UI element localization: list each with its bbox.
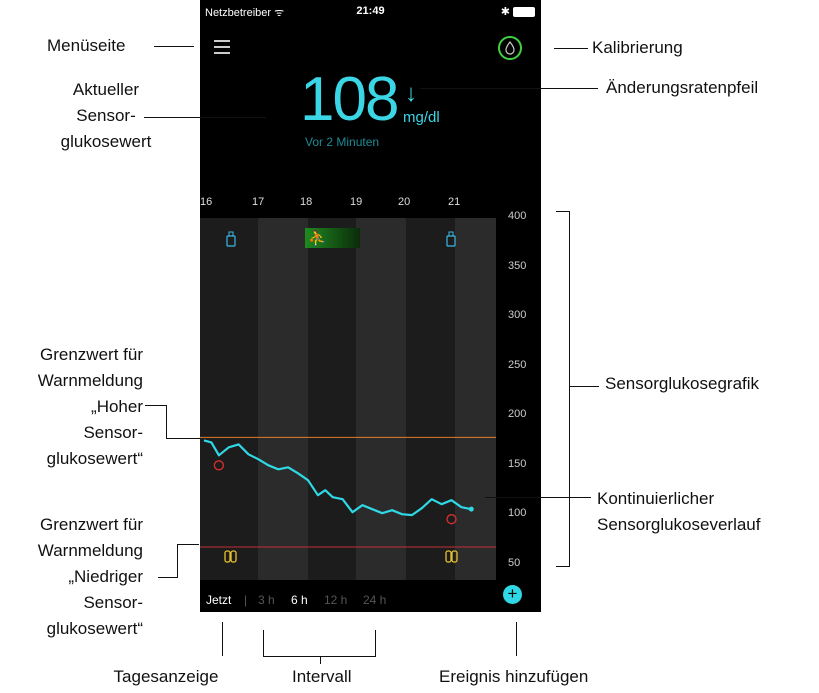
battery-icon bbox=[513, 7, 535, 18]
leader-line bbox=[263, 630, 264, 657]
leader-line bbox=[177, 544, 199, 545]
callout-low-alert: Grenzwert für Warnmeldung „Niedriger Sen… bbox=[37, 515, 143, 638]
leader-line bbox=[145, 405, 167, 406]
meal-icon bbox=[445, 550, 458, 563]
leader-line bbox=[166, 438, 200, 439]
callout-interval: Intervall bbox=[292, 667, 352, 686]
leader-line bbox=[569, 211, 570, 567]
glucose-graph[interactable]: ⛹ bbox=[200, 218, 496, 580]
today-button[interactable]: Jetzt bbox=[206, 593, 231, 607]
calibration-marker bbox=[213, 460, 225, 471]
callout-calibration: Kalibrierung bbox=[592, 38, 683, 57]
glucose-trace bbox=[203, 439, 472, 517]
y-tick-label: 250 bbox=[508, 359, 527, 371]
leader-line bbox=[556, 211, 570, 212]
insulin-icon bbox=[226, 231, 236, 247]
calibration-marker bbox=[446, 514, 457, 525]
callout-sensor-value: Aktueller Sensor- glukosewert bbox=[60, 80, 152, 151]
callout-add-event: Ereignis hinzufügen bbox=[439, 667, 589, 686]
tab-6h[interactable]: 6 h bbox=[291, 593, 308, 607]
leader-line bbox=[569, 386, 599, 387]
current-point bbox=[468, 506, 474, 512]
callout-trace: Kontinuierlicher Sensorglukoseverlauf bbox=[597, 489, 761, 534]
hour-label: 17 bbox=[252, 196, 265, 208]
callout-graph: Sensorglukosegrafik bbox=[605, 374, 760, 393]
callout-high-alert: Grenzwert für Warnmeldung „Hoher Sensor-… bbox=[37, 345, 143, 468]
y-tick-label: 200 bbox=[508, 408, 527, 420]
y-tick-label: 300 bbox=[508, 309, 527, 321]
leader-line bbox=[222, 622, 223, 656]
y-tick-label: 100 bbox=[508, 507, 527, 519]
leader-line bbox=[485, 497, 591, 498]
tab-12h[interactable]: 12 h bbox=[324, 593, 347, 607]
bluetooth-icon: ✱ bbox=[500, 6, 510, 18]
y-tick-label: 50 bbox=[508, 557, 521, 569]
status-bar: Netzbetreiber ᯤ 21:49 ✱ bbox=[200, 0, 541, 22]
hour-label: 16 bbox=[200, 196, 213, 208]
callout-day: Tagesanzeige bbox=[113, 667, 219, 686]
glucose-unit: mg/dl bbox=[403, 109, 440, 126]
calibration-button[interactable] bbox=[498, 36, 522, 60]
leader-line bbox=[556, 566, 570, 567]
y-tick-label: 150 bbox=[508, 458, 527, 470]
clock: 21:49 bbox=[356, 5, 385, 17]
menu-icon[interactable] bbox=[214, 40, 232, 54]
hour-label: 20 bbox=[398, 196, 411, 208]
rate-arrow-icon: ↓ bbox=[405, 80, 417, 107]
drop-icon bbox=[505, 41, 515, 55]
glucose-value: 108 bbox=[300, 65, 399, 134]
hour-label: 21 bbox=[448, 196, 461, 208]
tab-24h[interactable]: 24 h bbox=[363, 593, 386, 607]
meal-icon bbox=[224, 550, 237, 563]
hour-label: 19 bbox=[350, 196, 363, 208]
leader-line bbox=[166, 405, 167, 439]
battery-indicator: ✱ bbox=[501, 5, 535, 18]
leader-line bbox=[320, 656, 321, 664]
leader-line bbox=[516, 622, 517, 656]
leader-line bbox=[420, 88, 598, 89]
hour-label: 18 bbox=[300, 196, 313, 208]
exercise-icon: ⛹ bbox=[308, 228, 327, 247]
tab-separator: | bbox=[244, 593, 248, 607]
add-event-button[interactable]: + bbox=[503, 585, 522, 604]
tab-3h[interactable]: 3 h bbox=[258, 593, 275, 607]
callout-menu: Menüseite bbox=[47, 36, 126, 55]
phone-screen: Netzbetreiber ᯤ 21:49 ✱ 108 ↓ mg/dl Vor … bbox=[200, 0, 541, 612]
y-tick-label: 350 bbox=[508, 260, 527, 272]
leader-line bbox=[177, 544, 178, 578]
insulin-icon bbox=[446, 231, 456, 247]
leader-line bbox=[144, 117, 266, 118]
leader-line bbox=[158, 577, 178, 578]
leader-line bbox=[554, 48, 588, 49]
leader-line bbox=[375, 630, 376, 657]
y-tick-label: 400 bbox=[508, 210, 527, 222]
last-reading-time: Vor 2 Minuten bbox=[305, 135, 380, 149]
leader-line bbox=[154, 46, 194, 47]
callout-rate-arrow: Änderungsratenpfeil bbox=[606, 78, 759, 97]
